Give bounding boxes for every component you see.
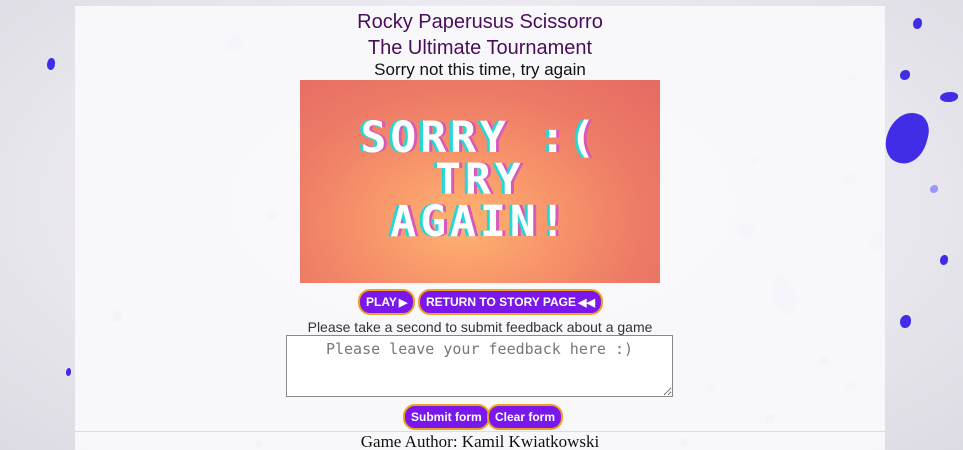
- background-petal: [940, 92, 958, 102]
- background-petal: [66, 368, 71, 376]
- clear-form-button[interactable]: Clear form: [487, 404, 564, 430]
- submit-form-button[interactable]: Submit form: [403, 404, 490, 430]
- background-petal: [940, 255, 948, 265]
- background-petal: [900, 315, 911, 328]
- play-button[interactable]: PLAY ▶: [358, 289, 416, 315]
- background-petal: [913, 18, 922, 29]
- content-panel: Rocky Paperusus Scissorro The Ultimate T…: [75, 6, 885, 450]
- rewind-icon: ◀◀: [578, 297, 595, 309]
- banner-line-try: TRY: [435, 155, 525, 205]
- banner-line-sorry: SORRY :(: [360, 113, 600, 163]
- background-petal: [930, 185, 938, 193]
- play-icon: ▶: [398, 297, 408, 309]
- background-petal: [880, 107, 934, 169]
- banner-line-again: AGAIN!: [390, 197, 570, 247]
- result-message: Sorry not this time, try again: [374, 60, 586, 79]
- result-banner: SORRY :( TRY AGAIN!: [300, 80, 660, 283]
- feedback-label: Please take a second to submit feedback …: [307, 319, 653, 335]
- return-button-label: RETURN TO STORY PAGE: [426, 295, 577, 309]
- play-button-label: PLAY: [366, 295, 397, 309]
- background-petal: [47, 58, 55, 70]
- page-subtitle-title: The Ultimate Tournament: [367, 37, 593, 59]
- feedback-textarea[interactable]: [286, 335, 673, 397]
- footer-author: Game Author: Kamil Kwiatkowski: [360, 432, 600, 450]
- background-petal: [900, 70, 910, 80]
- return-to-story-button[interactable]: RETURN TO STORY PAGE ◀◀: [418, 289, 603, 315]
- page-title: Rocky Paperusus Scissorro: [357, 11, 603, 33]
